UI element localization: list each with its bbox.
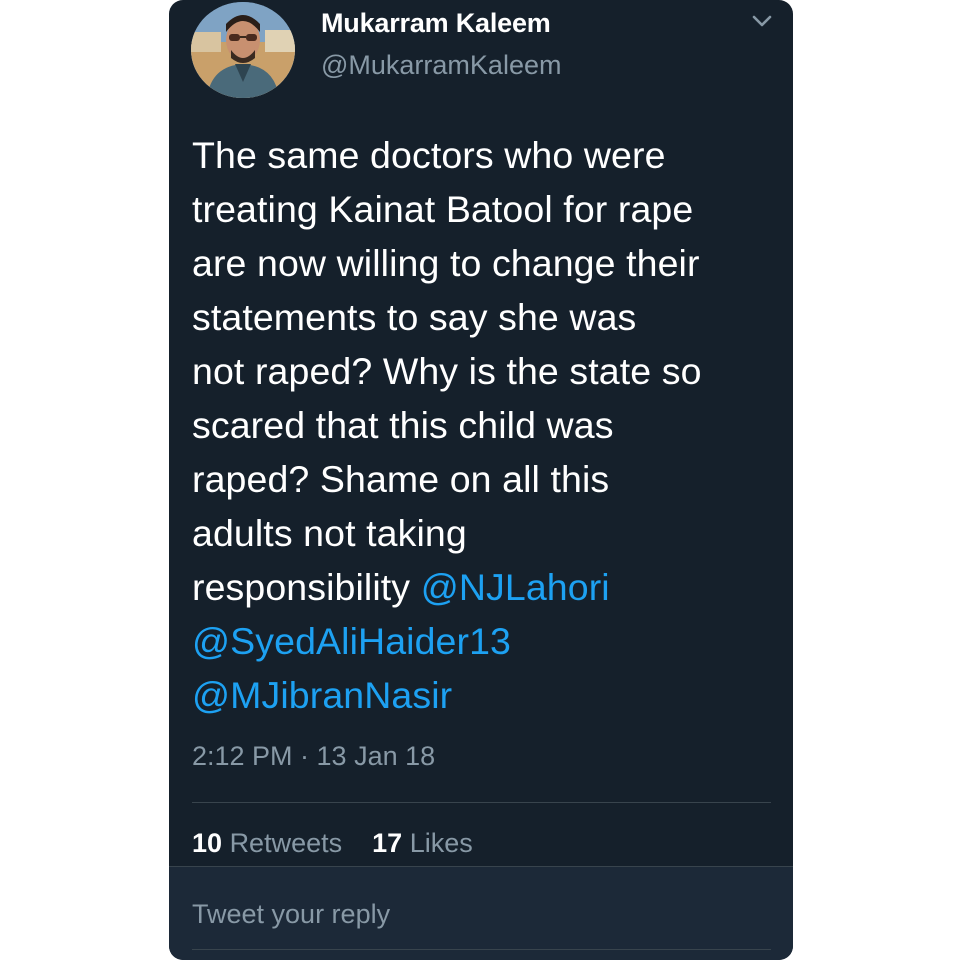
divider: [192, 802, 771, 803]
likes-stat[interactable]: 17 Likes: [372, 828, 473, 858]
tweet-stats: 10 Retweets 17 Likes: [192, 828, 473, 859]
tweet-timestamp: 2:12 PM · 13 Jan 18: [192, 741, 436, 771]
tweet-text: The same doctors who were treating Kaina…: [192, 128, 787, 722]
retweets-count: 10: [192, 828, 223, 858]
chevron-down-icon[interactable]: [747, 6, 777, 36]
author-handle[interactable]: @MukarramKaleem: [321, 50, 561, 81]
mention-link[interactable]: @MJibranNasir: [192, 674, 452, 716]
reply-input[interactable]: Tweet your reply: [192, 899, 390, 930]
mention-link[interactable]: @NJLahori: [421, 566, 610, 608]
tweet-text-line: treating Kainat Batool for rape: [192, 188, 694, 230]
tweet-text-line: The same doctors who were: [192, 134, 666, 176]
likes-count: 17: [372, 828, 403, 858]
retweets-label: Retweets: [229, 828, 343, 858]
tweet-text-line: not raped? Why is the state so: [192, 350, 702, 392]
retweets-stat[interactable]: 10 Retweets: [192, 828, 342, 858]
tweet-text-line-last: responsibility @NJLahori: [192, 560, 787, 614]
tweet-text-line: scared that this child was: [192, 404, 614, 446]
tweet-text-line: raped? Shame on all this: [192, 458, 610, 500]
reply-bar: Tweet your reply: [169, 866, 793, 960]
mention-link[interactable]: @SyedAliHaider13: [192, 620, 511, 662]
tweet-text-fragment: responsibility: [192, 566, 421, 608]
user-avatar-icon: [191, 2, 295, 98]
author-display-name[interactable]: Mukarram Kaleem: [321, 8, 551, 39]
tweet-text-line: are now willing to change their: [192, 242, 700, 284]
author-avatar[interactable]: [191, 2, 295, 98]
tweet-card: Mukarram Kaleem @MukarramKaleem The same…: [169, 0, 793, 960]
tweet-text-line: adults not taking: [192, 512, 467, 554]
likes-label: Likes: [409, 828, 473, 858]
reply-underline: [192, 949, 771, 950]
tweet-text-line: statements to say she was: [192, 296, 637, 338]
